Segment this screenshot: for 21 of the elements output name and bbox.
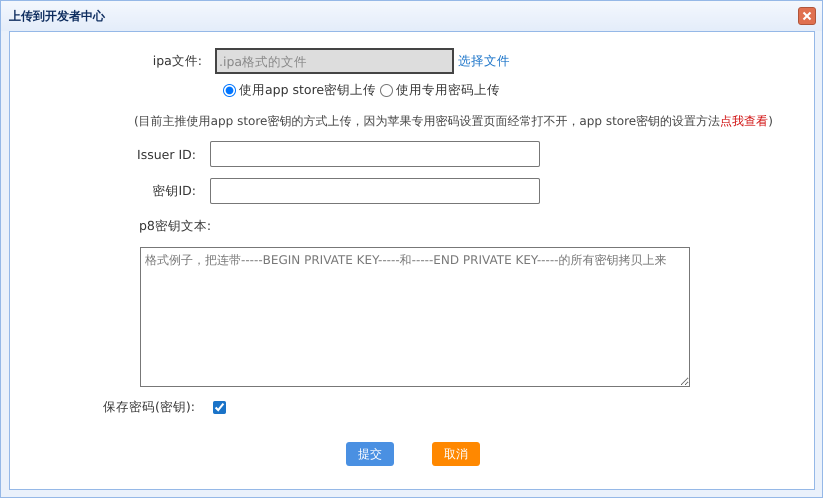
field-label: ipa文件: [152, 52, 203, 70]
field-label: p8密钥文本: [139, 218, 212, 235]
submit-button[interactable]: 提交 [346, 442, 394, 466]
note-text: (目前主推使用app store密钥的方式上传，因为苹果专用密码设置页面经常打不开，app store密钥的设置方法点我查看) [134, 113, 774, 130]
field-label: Issuer ID: [136, 146, 197, 162]
checkbox[interactable] [213, 401, 226, 414]
close-icon [800, 9, 814, 23]
radio-button[interactable] [380, 84, 394, 97]
help-link[interactable]: 点我查看 [720, 114, 768, 128]
choose-file-link[interactable]: 选择文件 [458, 52, 510, 70]
key-text-area[interactable]: 格式例子，把连带-----BEGIN PRIVATE KEY-----和-----END PRIVATE KEY-----的所有密钥拷贝上来 [140, 247, 690, 387]
input-field[interactable] [210, 178, 540, 204]
checkbox-label: 保存密码(密钥): [102, 399, 196, 416]
radio-label: 使用专用密码上传 [396, 82, 500, 99]
window-title: 上传到开发者中心 [9, 8, 105, 24]
radio-button[interactable] [223, 84, 236, 97]
field-label: 密钥ID: [151, 182, 197, 200]
radio-label: 使用app store密钥上传 [239, 82, 376, 99]
file-field[interactable]: .ipa格式的文件 [215, 48, 454, 74]
input-field[interactable] [210, 141, 540, 167]
close-button[interactable] [798, 7, 816, 25]
